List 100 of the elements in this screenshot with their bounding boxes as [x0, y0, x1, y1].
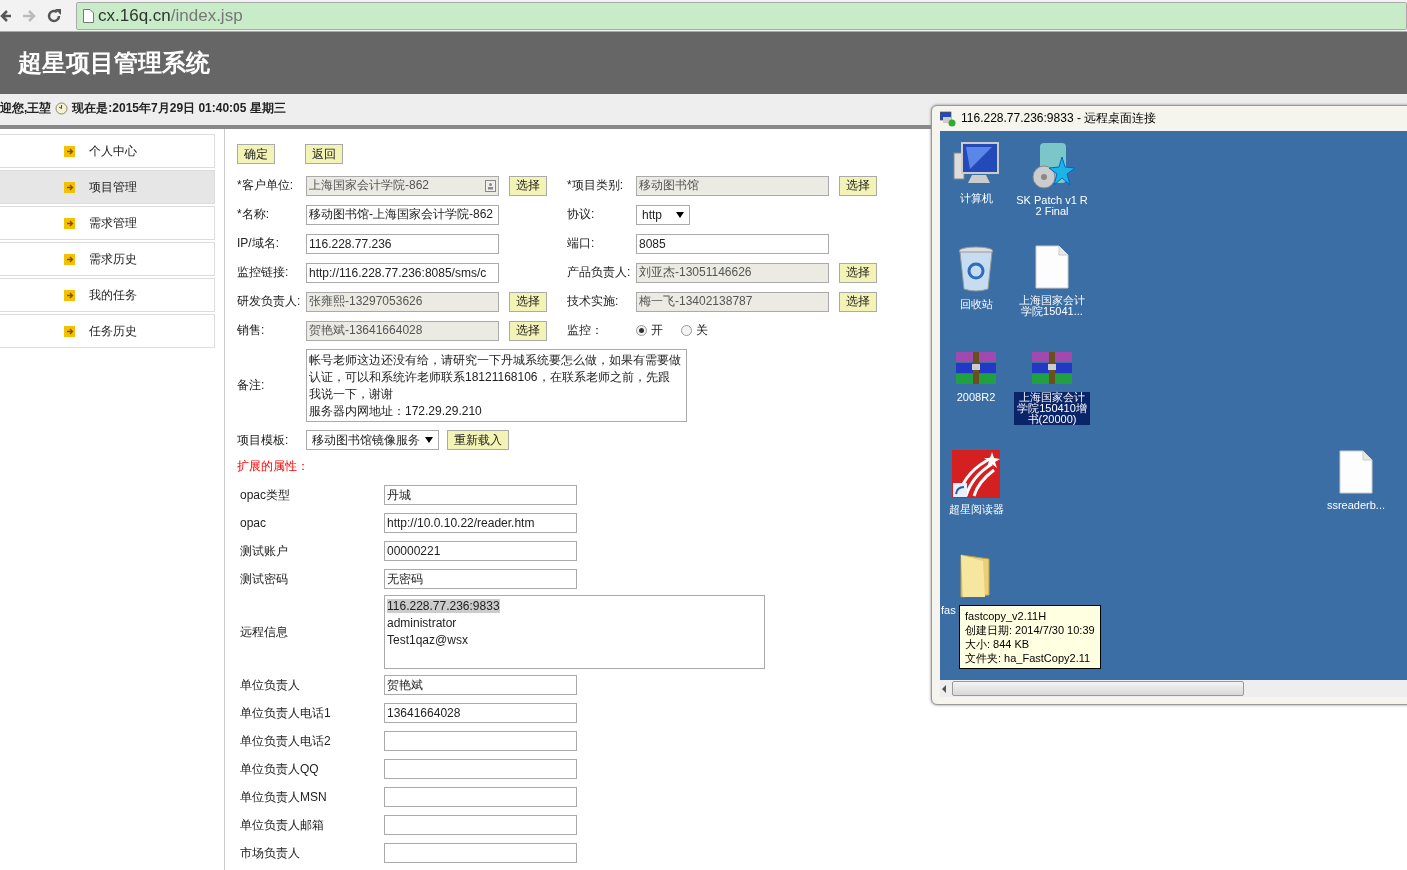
scrollbar-thumb[interactable] [952, 681, 1244, 696]
input-field[interactable]: 无密码 [384, 569, 577, 589]
clock-icon [55, 102, 69, 115]
desktop-icon-label[interactable]: 上海国家会计学院15041... [1014, 295, 1090, 317]
remote-desktop-icon [940, 110, 956, 127]
archive-icon [954, 350, 998, 386]
field-label: 监控链接: [237, 264, 290, 281]
remark-textarea[interactable]: 帐号老师这边还没有给，请研究一下丹城系统要怎么做，如果有需要做 认证，可以和系统许老师联系18121168106，在联系老师之前，先跟 我说一下，谢谢 服务器内网地址：172.29.29.210 [306, 349, 687, 422]
page-icon [83, 8, 94, 23]
arrow-icon [64, 253, 75, 265]
action-button[interactable]: 确定 [237, 144, 275, 164]
input-field[interactable]: 00000221 [384, 541, 577, 561]
field-label: 单位负责人邮箱 [240, 816, 325, 834]
sidebar-item[interactable]: 任务历史 [0, 314, 215, 348]
reload-button[interactable]: 重新载入 [447, 430, 509, 450]
input-field[interactable]: 刘亚杰-13051146626 [636, 262, 829, 283]
field-label: 远程信息 [240, 623, 289, 641]
template-dropdown[interactable]: 移动图书馆镜像服务 [306, 430, 439, 450]
field-label: opac [240, 516, 268, 530]
tooltip: fastcopy_v2.11H 创建日期: 2014/7/30 10:39 大小: 844 KB 文件夹: ha_FastCopy2.11 [959, 605, 1101, 669]
field-label: 单位负责人 [240, 676, 301, 694]
field-label: 测试密码 [240, 570, 289, 588]
reload-icon[interactable] [46, 7, 62, 24]
select-button[interactable]: 选择 [839, 291, 877, 312]
app-title: 超星项目管理系统 [18, 48, 210, 78]
field-label: 单位负责人电话1 [240, 704, 332, 722]
field-label: 单位负责人QQ [240, 760, 320, 778]
contact-card-icon [485, 179, 496, 192]
field-label: 技术实施: [567, 293, 620, 310]
input-field[interactable] [384, 843, 577, 863]
field-label: 监控： [567, 322, 604, 339]
dropdown[interactable]: http [636, 204, 690, 225]
desktop-icon-label[interactable]: 上海国家会计学院150410增书(20000) [1014, 392, 1090, 425]
arrow-icon [64, 325, 75, 337]
field-label: *客户单位: [237, 177, 294, 194]
forward-icon[interactable] [22, 8, 36, 23]
select-button[interactable]: 选择 [839, 262, 877, 283]
back-icon[interactable] [0, 8, 12, 23]
archive-icon [1030, 350, 1074, 386]
select-button[interactable]: 选择 [509, 291, 547, 312]
input-field[interactable] [384, 787, 577, 807]
field-label: 市场负责人 [240, 844, 301, 862]
caret-icon [676, 211, 684, 218]
desktop-icon-label[interactable]: ssreaderb... [1325, 500, 1387, 511]
input-field[interactable]: 梅一飞-13402138787 [636, 291, 829, 312]
arrow-icon [64, 145, 75, 157]
input-field[interactable] [384, 731, 577, 751]
input-field[interactable]: 上海国家会计学院-862 [306, 175, 499, 196]
file-icon [1339, 450, 1373, 494]
sidebar-item[interactable]: 需求历史 [0, 242, 215, 276]
address-bar[interactable]: cx.16q.cn/index.jsp [76, 1, 1407, 30]
desktop-icon-label[interactable]: SK Patch v1 R2 Final [1014, 195, 1090, 217]
arrow-icon [64, 289, 75, 301]
field-label: 协议: [567, 206, 596, 223]
action-button[interactable]: 返回 [305, 144, 343, 164]
input-field[interactable]: 张雍熙-13297053626 [306, 291, 499, 312]
input-field[interactable] [384, 815, 577, 835]
field-label: 单位负责人MSN [240, 788, 328, 806]
select-button[interactable]: 选择 [509, 175, 547, 196]
field-label: 项目模板: [237, 431, 290, 449]
input-field[interactable]: 移动图书馆 [636, 175, 829, 196]
input-field[interactable]: 8085 [636, 233, 829, 254]
field-label: *名称: [237, 206, 270, 223]
sidebar-item[interactable]: 项目管理 [0, 170, 215, 204]
scroll-left-icon[interactable] [940, 684, 948, 693]
input-field[interactable]: http://116.228.77.236:8085/sms/c [306, 262, 499, 283]
trash-bin-icon [956, 245, 996, 293]
radio-option[interactable]: 开 [636, 322, 663, 339]
select-button[interactable]: 选择 [509, 320, 547, 341]
field-label: 销售: [237, 322, 266, 339]
field-label: 端口: [567, 235, 596, 252]
current-time: 现在是:2015年7月29日 01:40:05 星期三 [72, 100, 286, 117]
arrow-icon [64, 217, 75, 229]
field-label: 研发负责人: [237, 293, 302, 310]
radio-option[interactable]: 关 [681, 322, 708, 339]
select-button[interactable]: 选择 [839, 175, 877, 196]
input-field[interactable]: 贺艳斌-13641664028 [306, 320, 499, 341]
field-label: opac类型 [240, 486, 292, 504]
sidebar-item[interactable]: 需求管理 [0, 206, 215, 240]
input-field[interactable]: 丹城 [384, 485, 577, 505]
desktop-icon-label[interactable]: 超星阅读器 [947, 504, 1005, 515]
field-label: 备注: [237, 377, 266, 394]
desktop-icon-label[interactable]: 2008R2 [955, 392, 997, 403]
desktop-icon-label[interactable]: fas [940, 605, 957, 616]
input-field[interactable]: 13641664028 [384, 703, 577, 723]
sidebar-item[interactable]: 个人中心 [0, 134, 215, 168]
desktop-icon-label[interactable]: 计算机 [958, 193, 994, 204]
section-title: 扩展的属性： [237, 458, 310, 475]
input-field[interactable]: 移动图书馆-上海国家会计学院-862 [306, 204, 499, 225]
remote-info-textarea[interactable]: 116.228.77.236:9833 administrator Test1qaz@wsx [384, 595, 765, 669]
input-field[interactable]: 贺艳斌 [384, 675, 577, 695]
file-icon [1035, 245, 1069, 289]
field-label: 产品负责人: [567, 264, 632, 281]
input-field[interactable]: 116.228.77.236 [306, 233, 499, 254]
desktop-icon-label[interactable]: 回收站 [958, 299, 994, 310]
arrow-icon [64, 181, 75, 193]
input-field[interactable]: http://10.0.10.22/reader.htm [384, 513, 577, 533]
sidebar-item[interactable]: 我的任务 [0, 278, 215, 312]
field-label: IP/域名: [237, 235, 280, 252]
input-field[interactable] [384, 759, 577, 779]
